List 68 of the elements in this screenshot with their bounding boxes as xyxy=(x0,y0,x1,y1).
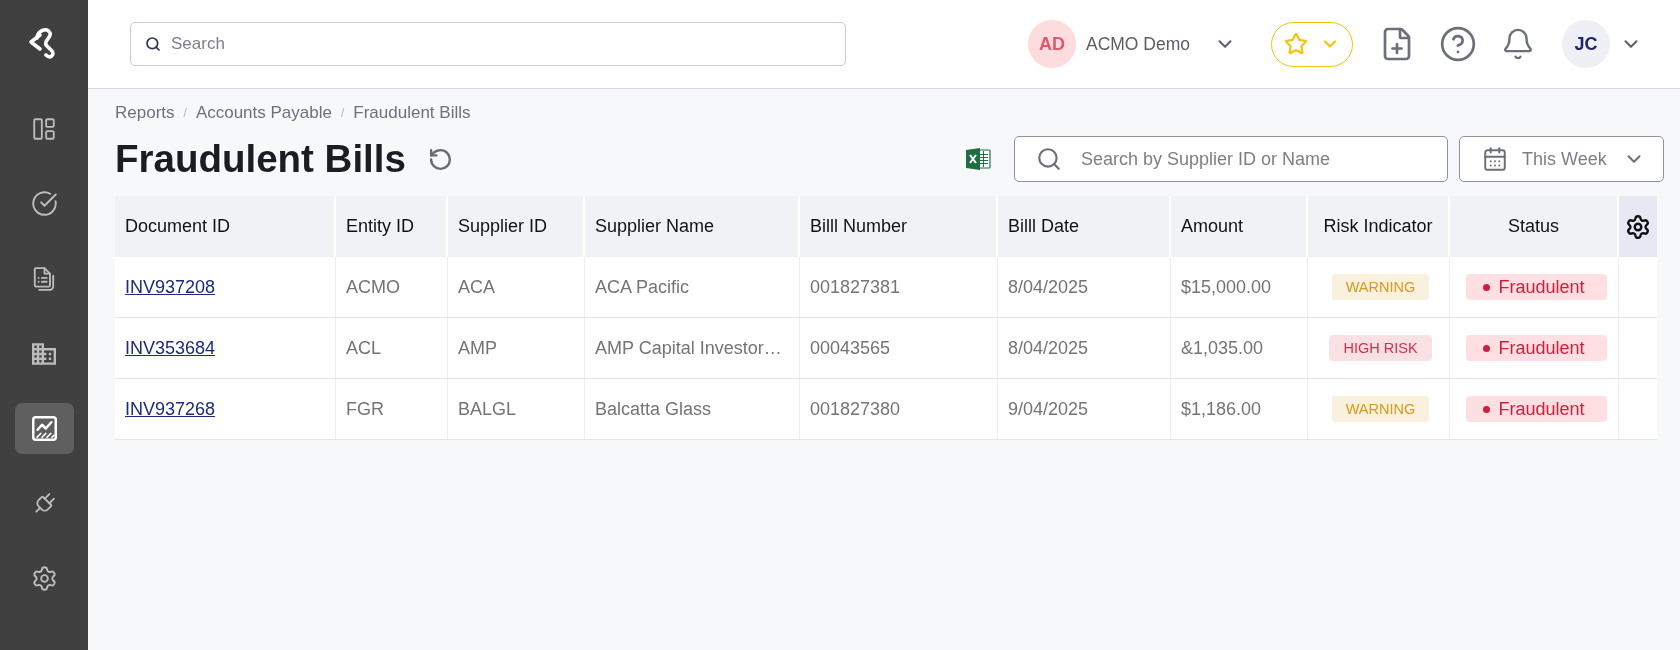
table-cell: Balcatta Glass xyxy=(585,379,800,439)
breadcrumb-link[interactable]: Reports xyxy=(115,103,175,123)
table-cell: ACA xyxy=(448,257,585,317)
search-icon xyxy=(1036,146,1062,172)
status-dot-icon xyxy=(1482,344,1490,352)
settings-icon[interactable] xyxy=(1625,213,1651,240)
bell-icon[interactable] xyxy=(1501,27,1535,61)
breadcrumb-current: Fraudulent Bills xyxy=(353,103,471,123)
building-icon xyxy=(32,341,56,366)
layout-icon xyxy=(31,115,57,142)
table-cell: 9/04/2025 xyxy=(998,379,1171,439)
table-cell: ACL xyxy=(336,318,448,378)
column-header[interactable]: Supplier ID xyxy=(448,196,585,257)
settings-icon xyxy=(30,565,58,592)
page-title: Fraudulent Bills xyxy=(115,136,406,182)
table-cell: 001827380 xyxy=(800,379,998,439)
table-cell: &1,035.00 xyxy=(1171,318,1308,378)
status-label: Fraudulent xyxy=(1498,398,1585,420)
table-cell: $1,186.00 xyxy=(1171,379,1308,439)
table-cell: 00043565 xyxy=(800,318,998,378)
document-link[interactable]: INV937268 xyxy=(125,398,216,420)
table-cell: BALGL xyxy=(448,379,585,439)
help-icon[interactable] xyxy=(1439,25,1477,63)
document-link[interactable]: INV937208 xyxy=(125,276,216,298)
risk-badge: HIGH RISK xyxy=(1329,335,1432,361)
table-cell: $15,000.00 xyxy=(1171,257,1308,317)
check-circle-icon xyxy=(30,190,58,217)
organization-avatar: AD xyxy=(1027,20,1076,68)
risk-badge: WARNING xyxy=(1331,274,1430,300)
search-icon xyxy=(145,36,161,52)
table-cell: AMP xyxy=(448,318,585,378)
sidebar-item[interactable] xyxy=(14,403,74,454)
column-header[interactable]: Amount xyxy=(1171,196,1308,257)
date-range-dropdown[interactable]: This Week xyxy=(1459,136,1664,182)
table-cell: 001827381 xyxy=(800,257,998,317)
table-cell: 8/04/2025 xyxy=(998,257,1171,317)
column-header[interactable]: Billl Date xyxy=(998,196,1171,257)
table-cell: FGR xyxy=(336,379,448,439)
calendar-icon xyxy=(1482,146,1508,172)
document-link[interactable]: INV353684 xyxy=(125,337,216,359)
column-header[interactable]: Status xyxy=(1450,196,1619,257)
column-header[interactable]: Supplier Name xyxy=(585,196,800,257)
risk-badge: WARNING xyxy=(1331,396,1430,422)
status-dot-icon xyxy=(1482,405,1490,413)
table-cell: AMP Capital Investor… xyxy=(585,318,800,378)
status-label: Fraudulent xyxy=(1498,337,1585,359)
table-cell: 8/04/2025 xyxy=(998,318,1171,378)
chart-icon xyxy=(31,416,57,441)
table-cell: ACA Pacific xyxy=(585,257,800,317)
spreadsheet-icon[interactable] xyxy=(965,147,991,171)
column-header[interactable]: Document ID xyxy=(115,196,336,257)
search-field[interactable]: Search xyxy=(130,22,846,66)
refresh-icon[interactable] xyxy=(427,146,453,172)
status-dot-icon xyxy=(1482,283,1490,291)
user-avatar: JC xyxy=(1562,20,1610,68)
documents-icon xyxy=(31,265,57,292)
column-header[interactable]: Entity ID xyxy=(336,196,448,257)
table-cell: ACMO xyxy=(336,257,448,317)
status-label: Fraudulent xyxy=(1498,276,1585,298)
column-header[interactable]: Billl Number xyxy=(800,196,998,257)
organization-switcher[interactable]: AD ACMO Demo xyxy=(1027,20,1236,68)
breadcrumb-separator: / xyxy=(183,105,187,122)
breadcrumb-link[interactable]: Accounts Payable xyxy=(195,103,332,123)
supplier-search-field[interactable]: Search by Supplier ID or Name xyxy=(1014,136,1448,182)
user-menu-button[interactable]: JC xyxy=(1562,20,1642,68)
breadcrumb-separator: / xyxy=(340,105,345,122)
column-header[interactable]: Risk Indicator xyxy=(1308,196,1450,257)
star-icon xyxy=(1284,32,1308,56)
